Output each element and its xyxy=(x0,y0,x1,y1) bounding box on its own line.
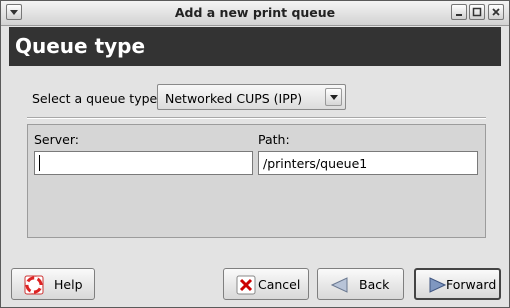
minimize-button[interactable] xyxy=(451,4,467,20)
maximize-button[interactable] xyxy=(469,4,485,20)
close-button[interactable] xyxy=(488,4,504,20)
chevron-down-icon xyxy=(330,95,338,100)
server-label: Server: xyxy=(34,132,79,147)
help-button[interactable]: Help xyxy=(11,268,95,300)
text-cursor xyxy=(39,155,40,171)
separator xyxy=(27,117,486,119)
window-title: Add a new print queue xyxy=(174,5,336,20)
path-input[interactable] xyxy=(258,151,478,175)
forward-arrow-icon xyxy=(429,277,447,293)
connection-panel: Server: Path: xyxy=(27,124,486,238)
help-label: Help xyxy=(54,277,83,292)
lifebuoy-icon xyxy=(24,275,44,295)
back-label: Back xyxy=(359,277,390,292)
maximize-icon xyxy=(472,7,482,17)
page-title: Queue type xyxy=(15,34,146,58)
title-bar[interactable]: Add a new print queue xyxy=(1,1,509,26)
path-label: Path: xyxy=(258,132,290,147)
server-input[interactable] xyxy=(34,151,253,175)
page-banner: Queue type xyxy=(9,27,501,66)
queue-type-selected: Networked CUPS (IPP) xyxy=(165,91,303,106)
cancel-icon xyxy=(236,275,256,295)
minimize-icon xyxy=(456,14,462,16)
queue-type-select[interactable]: Networked CUPS (IPP) xyxy=(157,84,346,110)
forward-button[interactable]: Forward xyxy=(414,268,501,300)
back-arrow-icon xyxy=(330,277,348,293)
forward-label: Forward xyxy=(446,277,497,292)
cancel-label: Cancel xyxy=(258,277,301,292)
cancel-button[interactable]: Cancel xyxy=(223,268,309,300)
queue-type-label: Select a queue type: xyxy=(32,91,162,106)
close-icon xyxy=(492,8,500,16)
dropdown-button[interactable] xyxy=(325,88,342,106)
dialog-window: Add a new print queue Queue type Select … xyxy=(0,0,510,308)
back-button[interactable]: Back xyxy=(317,268,404,300)
